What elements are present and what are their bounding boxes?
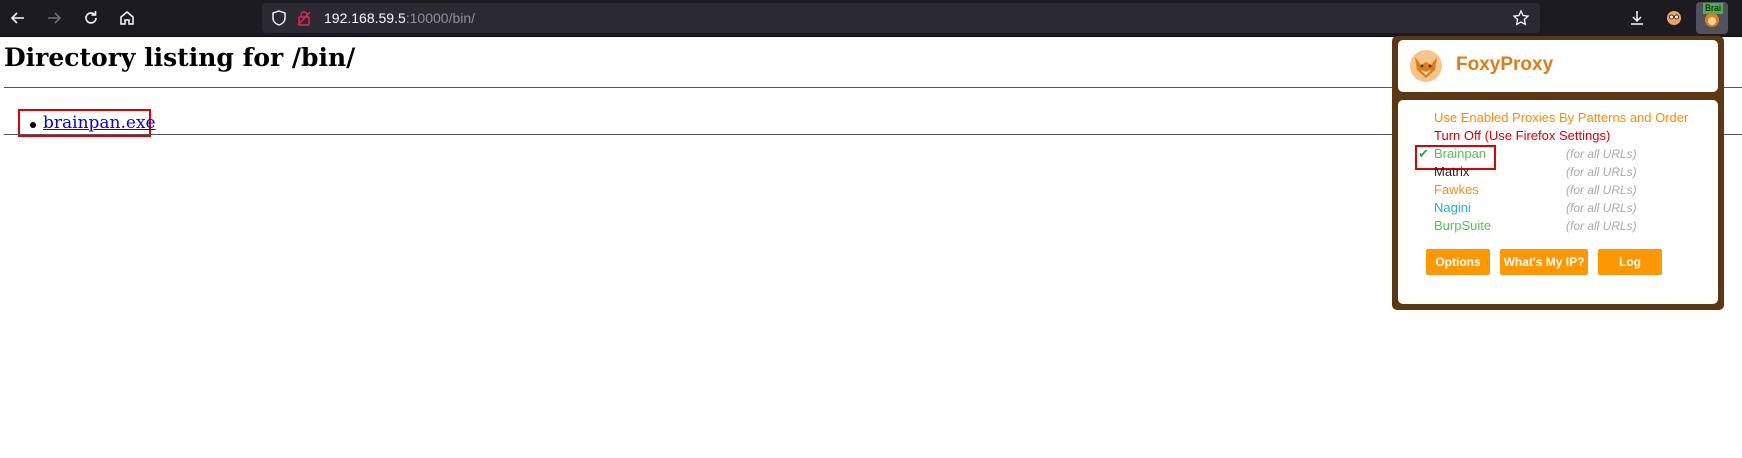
proxy-pattern: (for all URLs) — [1566, 147, 1637, 161]
bullet-icon — [30, 122, 36, 128]
forward-icon[interactable] — [41, 5, 67, 31]
url-host: 192.168.59.5 — [324, 10, 406, 26]
proxy-matrix[interactable]: Matrix — [1434, 164, 1469, 180]
proxy-burpsuite[interactable]: BurpSuite — [1434, 218, 1491, 234]
url-bar[interactable]: 192.168.59.5:10000/bin/ — [262, 3, 1540, 33]
mode-patterns[interactable]: Use Enabled Proxies By Patterns and Orde… — [1434, 110, 1688, 126]
proxy-nagini[interactable]: Nagini — [1434, 200, 1471, 216]
check-icon: ✔ — [1418, 146, 1429, 161]
mode-turn-off[interactable]: Turn Off (Use Firefox Settings) — [1434, 128, 1610, 144]
options-button[interactable]: Options — [1426, 249, 1490, 275]
proxy-pattern: (for all URLs) — [1566, 165, 1637, 179]
url-text[interactable]: 192.168.59.5:10000/bin/ — [324, 10, 475, 26]
whats-my-ip-button[interactable]: What's My IP? — [1500, 249, 1588, 275]
extension-badge: Brai — [1703, 3, 1724, 14]
log-button[interactable]: Log — [1598, 249, 1662, 275]
foxyproxy-header: FoxyProxy — [1398, 40, 1718, 92]
foxyproxy-popup: FoxyProxy Use Enabled Proxies By Pattern… — [1392, 36, 1724, 310]
download-icon[interactable] — [1624, 5, 1650, 31]
lock-icon[interactable] — [295, 9, 313, 27]
foxyproxy-menu: Use Enabled Proxies By Patterns and Orde… — [1398, 100, 1718, 304]
foxyproxy-logo-icon — [1410, 50, 1442, 82]
proxy-pattern: (for all URLs) — [1566, 201, 1637, 215]
foxyproxy-title: FoxyProxy — [1456, 54, 1554, 75]
star-icon[interactable] — [1512, 9, 1530, 27]
extension-icon[interactable] — [1661, 5, 1687, 31]
back-icon[interactable] — [5, 5, 31, 31]
proxy-fawkes[interactable]: Fawkes — [1434, 182, 1479, 198]
url-path: :10000/bin/ — [405, 10, 476, 26]
proxy-pattern: (for all URLs) — [1566, 219, 1637, 233]
list-item: brainpan.exe — [18, 109, 156, 137]
proxy-brainpan[interactable]: Brainpan — [1434, 146, 1486, 162]
page-title: Directory listing for /bin/ — [4, 43, 356, 72]
reload-icon[interactable] — [78, 5, 104, 31]
proxy-pattern: (for all URLs) — [1566, 183, 1637, 197]
home-icon[interactable] — [114, 5, 140, 31]
file-link-brainpan[interactable]: brainpan.exe — [43, 113, 156, 133]
browser-toolbar: 192.168.59.5:10000/bin/ Brai — [0, 0, 1742, 37]
shield-icon[interactable] — [270, 9, 288, 27]
